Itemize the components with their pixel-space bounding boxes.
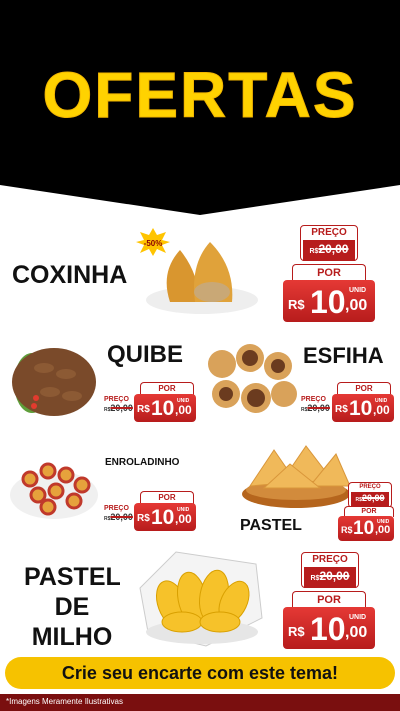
old-price-esfiha: PREÇO R$20,00 [301,396,330,413]
price-cents: ,00 [345,297,368,314]
old-price: R$20,00 [351,492,389,506]
footnote-text: *Imagens Meramente Ilustrativas [6,697,123,706]
enroladinho-image [10,462,98,519]
price-label: PREÇO [359,484,381,490]
old-price: R$20,00 [303,240,355,261]
price-box-pastel: R$ 10 ,00 UNID [338,516,394,541]
currency: R$ [137,513,150,524]
unit-label: UNID [177,398,190,404]
page-title: OFERTAS [42,59,358,132]
old-price-box: PREÇO R$20,00 [300,225,358,261]
esfiha-image [208,344,297,413]
product-name-enroladinho: ENROLADINHO [105,457,180,468]
price-integer: 10 [310,284,346,320]
name-line-1: PASTEL [24,563,121,591]
product-name-pastel-de-milho: PASTEL DE MILHO [24,562,121,652]
price-box: R$ 10 ,00 UNID [283,280,375,322]
price-integer: 10 [310,611,346,647]
price-cents: ,00 [175,403,192,417]
price-integer: 10 [151,506,175,529]
currency: R$ [137,404,150,415]
old-price-quibe: PREÇO R$20,00 [104,396,133,413]
currency: R$ [341,525,353,535]
price-integer: 10 [151,397,175,420]
currency: R$ [288,624,305,639]
price-cents: ,00 [375,524,391,536]
cta-banner[interactable]: Crie seu encarte com este tema! [5,657,395,689]
product-name-pastel: PASTEL [240,517,302,534]
product-name-esfiha: ESFIHA [303,343,384,368]
quibe-image [12,348,96,416]
unit-label: UNID [177,507,190,513]
old-price-enroladinho: PREÇO R$20,00 [104,505,133,522]
old-price-box-pastel: PREÇO R$20,00 [348,482,392,508]
pastel-de-milho-image [139,551,263,647]
price-box-quibe: R$ 10 ,00 UNID [134,394,196,422]
currency: R$ [335,404,348,415]
name-line-3: MILHO [31,623,113,651]
price-cents: ,00 [373,403,390,417]
unit-label: UNID [349,287,367,294]
product-name-quibe: QUIBE [107,341,184,368]
discount-badge-text: -50% [144,239,163,248]
currency: R$ [288,297,305,312]
price-cents: ,00 [345,624,368,641]
price-box-enroladinho: R$ 10 ,00 UNID [134,503,196,531]
unit-label: UNID [377,519,390,525]
price-integer: 10 [349,397,373,420]
price-box-pastel-de-milho: R$ 10 ,00 UNID [283,607,375,649]
old-price: R$20,00 [304,567,356,588]
price-label: PREÇO [312,554,348,565]
product-name-coxinha: COXINHA [12,261,128,289]
name-line-2: DE [54,593,90,621]
discount-badge: -50% [136,228,170,256]
price-label: PREÇO [311,227,347,238]
price-integer: 10 [353,518,375,539]
unit-label: UNID [375,398,388,404]
pastel-image [242,445,351,508]
old-price-box-pastel-de-milho: PREÇO R$20,00 [301,552,359,588]
price-box-esfiha: R$ 10 ,00 UNID [332,394,394,422]
price-cents: ,00 [175,512,192,526]
unit-label: UNID [349,614,367,621]
por-label-pastel-de-milho: POR [292,591,366,608]
por-label: POR [292,264,366,281]
